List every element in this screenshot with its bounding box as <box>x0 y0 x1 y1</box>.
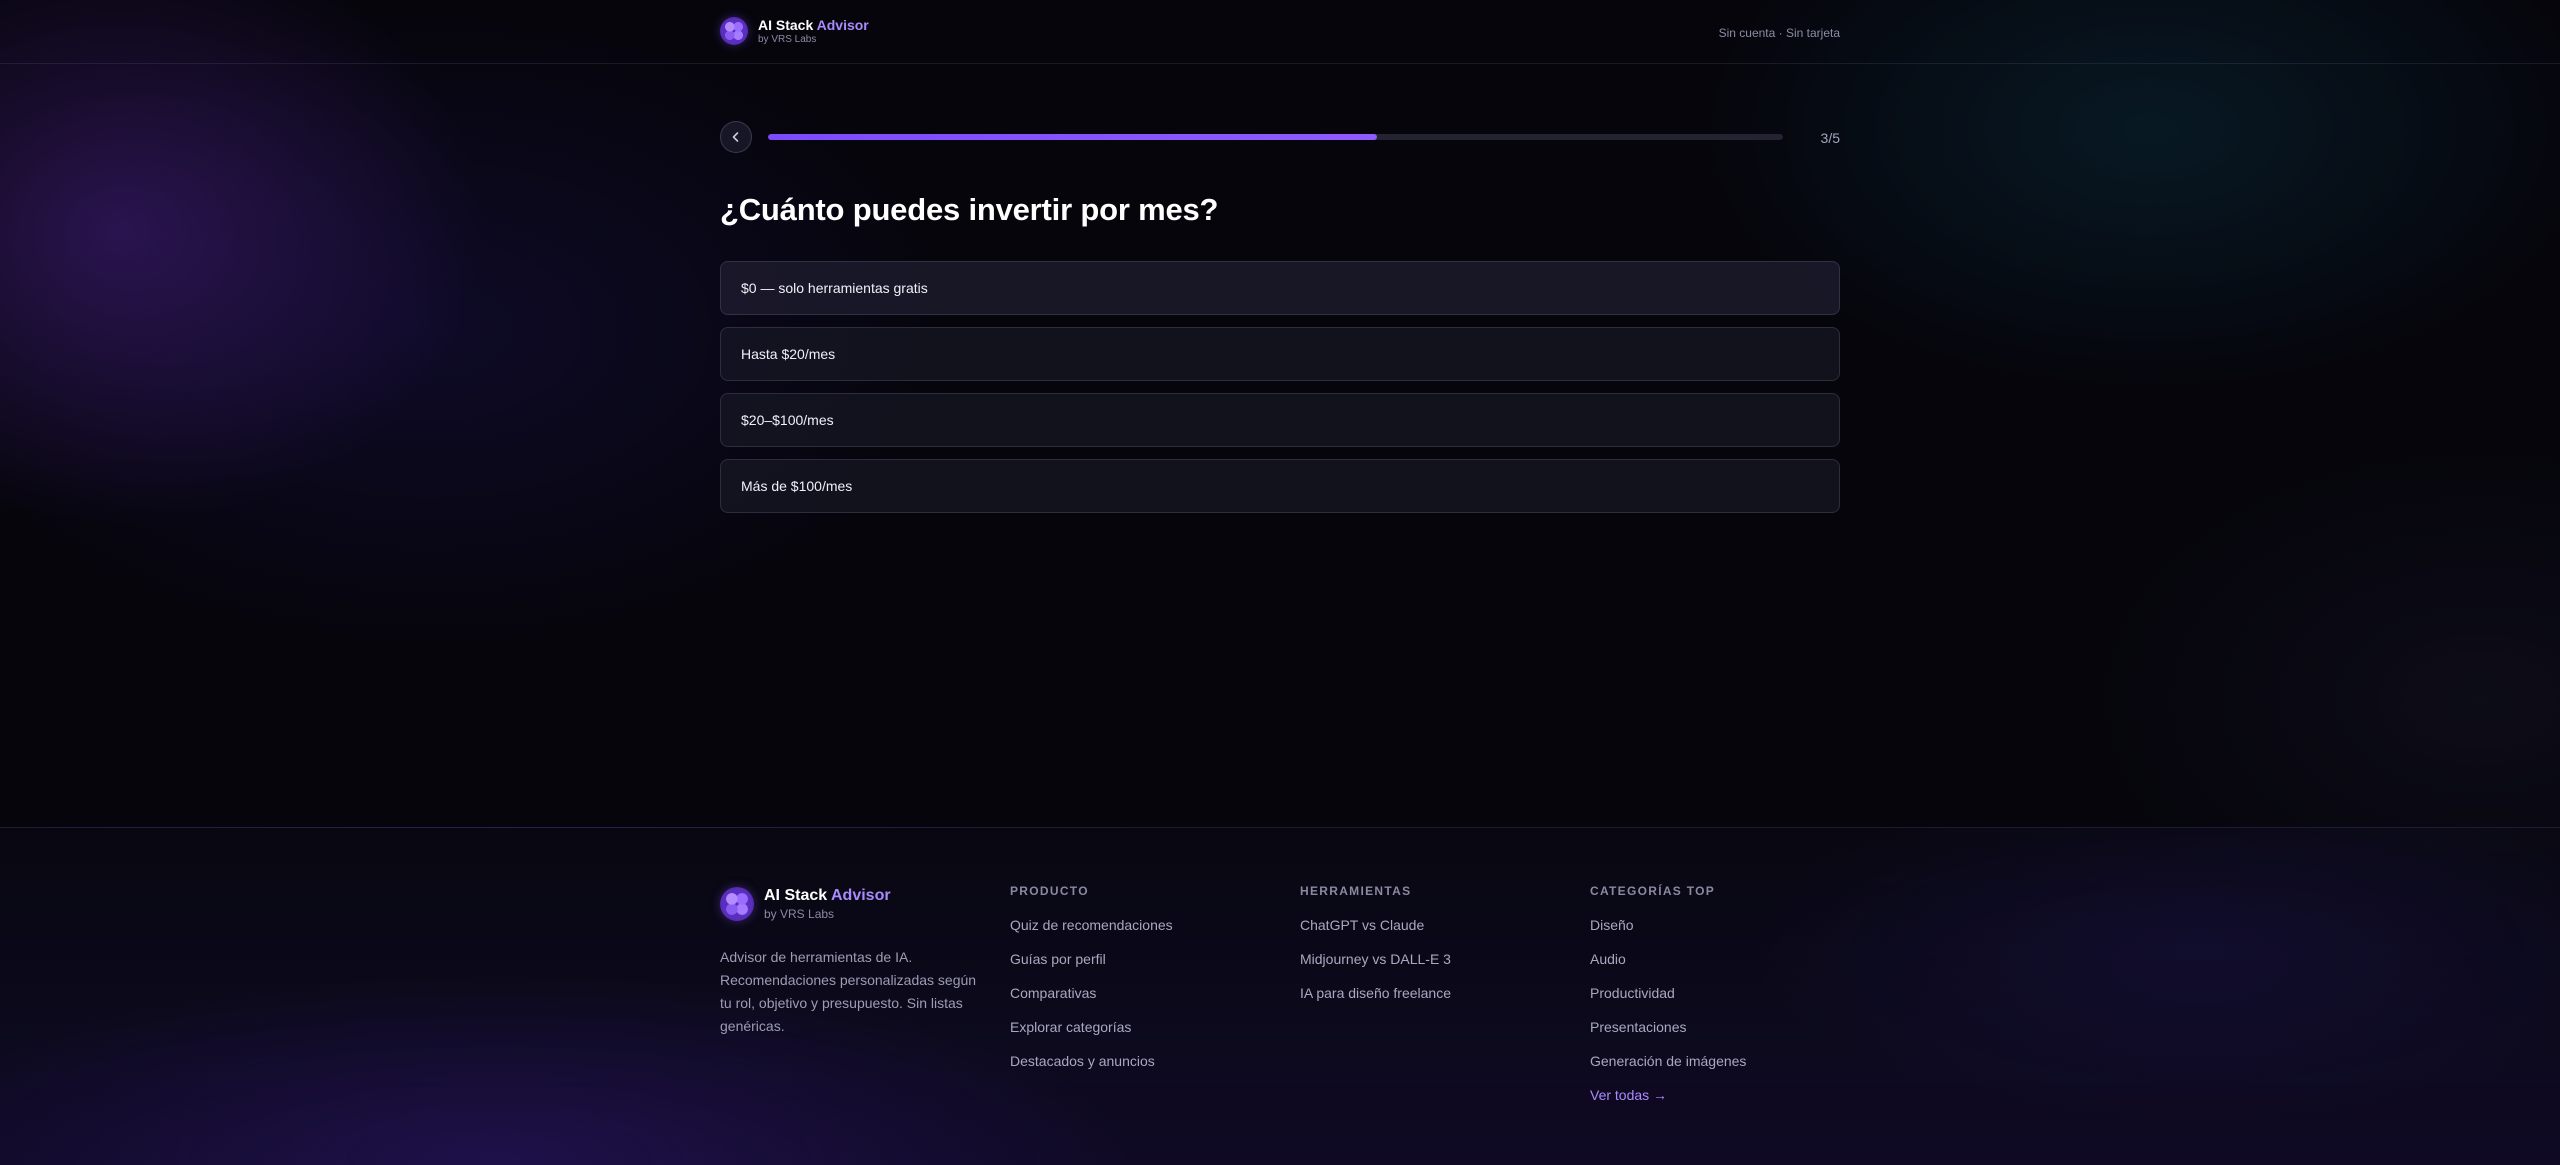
option-over-100[interactable]: Más de $100/mes <box>720 459 1840 513</box>
footer-column-title: HERRAMIENTAS <box>1300 884 1412 898</box>
footer-brand-name-accent: Advisor <box>831 887 891 904</box>
brain-logo-icon <box>720 17 748 45</box>
progress-fill <box>768 134 1377 140</box>
footer-column-categorias: CATEGORÍAS TOP Diseño Audio Productivida… <box>1590 884 1746 1120</box>
option-free[interactable]: $0 — solo herramientas gratis <box>720 261 1840 315</box>
footer-link-generacion-imagenes[interactable]: Generación de imágenes <box>1590 1052 1746 1086</box>
footer-column-producto: PRODUCTO Quiz de recomendaciones Guías p… <box>1010 884 1173 1086</box>
chevron-left-icon <box>732 132 739 142</box>
footer-column-herramientas: HERRAMIENTAS ChatGPT vs Claude Midjourne… <box>1300 884 1451 1018</box>
brain-logo-icon <box>720 887 754 921</box>
brand-byline: by VRS Labs <box>758 33 817 45</box>
brand-name-main: AI Stack <box>758 16 814 33</box>
footer-link-presentaciones[interactable]: Presentaciones <box>1590 1018 1746 1052</box>
footer-brand-name: AI Stack Advisor <box>764 888 891 904</box>
brand-name: AI Stack Advisor <box>758 18 869 32</box>
step-counter: 3/5 <box>1820 130 1840 146</box>
back-button[interactable] <box>720 121 752 153</box>
footer-column-title: CATEGORÍAS TOP <box>1590 884 1716 898</box>
footer-link-quiz[interactable]: Quiz de recomendaciones <box>1010 916 1173 950</box>
footer-brand-link[interactable]: AI Stack Advisor by VRS Labs <box>720 887 891 921</box>
question-title: ¿Cuánto puedes invertir por mes? <box>720 192 1219 227</box>
brand-logo-link[interactable]: AI Stack Advisor by VRS Labs <box>720 17 869 45</box>
footer-link-ver-todas[interactable]: Ver todas → <box>1590 1086 1746 1120</box>
site-footer: AI Stack Advisor by VRS Labs Advisor de … <box>0 827 2560 1165</box>
top-header: AI Stack Advisor by VRS Labs Sin cuenta … <box>0 0 2560 64</box>
footer-description: Advisor de herramientas de IA. Recomenda… <box>720 949 977 1034</box>
footer-brand-text: AI Stack Advisor by VRS Labs <box>764 888 891 921</box>
footer-column-title: PRODUCTO <box>1010 884 1089 898</box>
brand-name-accent: Advisor <box>816 16 869 33</box>
footer-brand-byline: by VRS Labs <box>764 907 835 921</box>
option-20-to-100[interactable]: $20–$100/mes <box>720 393 1840 447</box>
footer-link-midjourney-vs-dalle[interactable]: Midjourney vs DALL-E 3 <box>1300 950 1451 984</box>
footer-link-productividad[interactable]: Productividad <box>1590 984 1746 1018</box>
footer-link-explorar[interactable]: Explorar categorías <box>1010 1018 1173 1052</box>
progress-bar <box>768 134 1783 140</box>
option-up-to-20[interactable]: Hasta $20/mes <box>720 327 1840 381</box>
footer-link-ia-diseno-freelance[interactable]: IA para diseño freelance <box>1300 984 1451 1018</box>
footer-link-chatgpt-vs-claude[interactable]: ChatGPT vs Claude <box>1300 916 1451 950</box>
answer-options: $0 — solo herramientas gratis Hasta $20/… <box>720 261 1840 525</box>
footer-link-comparativas[interactable]: Comparativas <box>1010 984 1173 1018</box>
footer-link-destacados[interactable]: Destacados y anuncios <box>1010 1052 1173 1086</box>
footer-link-audio[interactable]: Audio <box>1590 950 1746 984</box>
brand-text: AI Stack Advisor by VRS Labs <box>758 18 869 45</box>
footer-link-diseno[interactable]: Diseño <box>1590 916 1746 950</box>
header-note: Sin cuenta · Sin tarjeta <box>1718 26 1840 40</box>
footer-brand-name-main: AI Stack <box>764 887 828 904</box>
footer-link-guias[interactable]: Guías por perfil <box>1010 950 1173 984</box>
